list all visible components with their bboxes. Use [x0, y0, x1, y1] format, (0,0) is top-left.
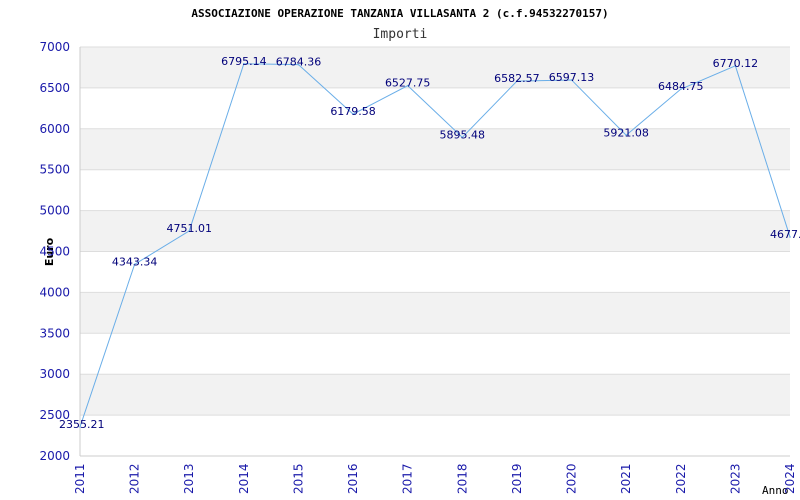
y-tick-label: 6500 [39, 81, 70, 95]
data-label: 4677.8 [770, 228, 800, 241]
data-label: 4751.01 [166, 222, 212, 235]
y-tick-label: 2000 [39, 449, 70, 463]
x-tick-label: 2019 [510, 463, 524, 494]
data-label: 2355.21 [59, 418, 105, 431]
data-label: 6597.13 [549, 71, 595, 84]
data-label: 6179.58 [330, 105, 376, 118]
data-label: 6784.36 [276, 56, 322, 69]
data-label: 6484.75 [658, 80, 704, 93]
chart-title: ASSOCIAZIONE OPERAZIONE TANZANIA VILLASA… [191, 7, 608, 20]
data-label: 4343.34 [112, 255, 158, 268]
line-chart: ASSOCIAZIONE OPERAZIONE TANZANIA VILLASA… [39, 7, 800, 497]
data-label: 6582.57 [494, 72, 540, 85]
x-tick-label: 2014 [237, 463, 251, 494]
data-label: 5921.08 [603, 126, 649, 139]
y-tick-label: 6000 [39, 122, 70, 136]
x-tick-label: 2023 [728, 463, 742, 494]
x-tick-label: 2011 [73, 463, 87, 494]
data-label: 5895.48 [440, 128, 486, 141]
y-tick-label: 5500 [39, 163, 70, 177]
x-tick-label: 2013 [182, 463, 196, 494]
x-tick-label: 2016 [346, 463, 360, 494]
x-tick-label: 2024 [783, 463, 797, 494]
chart-subtitle: Importi [373, 27, 428, 42]
y-tick-label: 7000 [39, 40, 70, 54]
y-tick-label: 5000 [39, 204, 70, 218]
y-tick-label: 4500 [39, 245, 70, 259]
x-tick-labels: 2011 2012 2013 2014 2015 2016 2017 2018 2019 2020… [73, 463, 797, 494]
x-tick-label: 2021 [619, 463, 633, 494]
y-tick-label: 3500 [39, 326, 70, 340]
y-tick-label: 4000 [39, 285, 70, 299]
x-tick-label: 2022 [674, 463, 688, 494]
grid-band [80, 292, 790, 334]
grid-band [80, 128, 790, 170]
x-tick-label: 2015 [291, 463, 305, 494]
x-tick-label: 2017 [401, 463, 415, 494]
grid-band [80, 374, 790, 416]
x-tick-label: 2020 [565, 463, 579, 494]
data-label: 6770.12 [713, 57, 759, 70]
data-label: 6527.75 [385, 77, 431, 90]
x-tick-label: 2012 [128, 463, 142, 494]
y-tick-label: 3000 [39, 367, 70, 381]
data-label: 6795.14 [221, 55, 267, 68]
y-tick-labels: 2000250030003500400045005000550060006500… [39, 40, 70, 463]
x-tick-label: 2018 [455, 463, 469, 494]
